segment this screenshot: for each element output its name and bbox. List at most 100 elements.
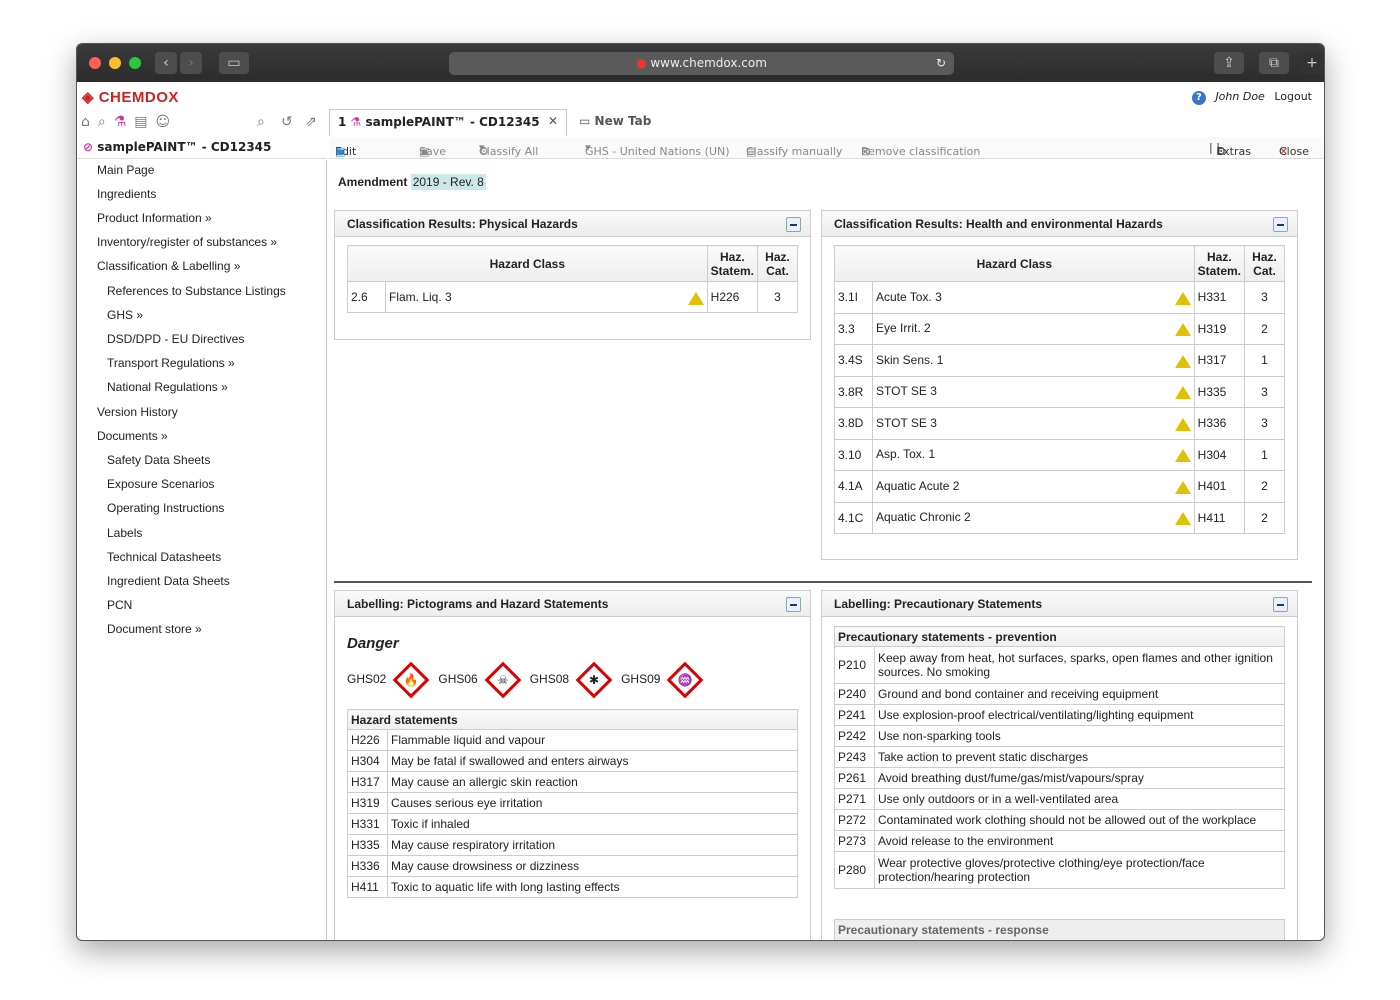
table-row[interactable]: H319 Causes serious eye irritation bbox=[347, 792, 798, 814]
minimize-window-button[interactable] bbox=[109, 57, 121, 69]
sidebar-item[interactable]: Classification & Labelling » bbox=[97, 259, 240, 273]
user-name: John Doe bbox=[1215, 90, 1265, 103]
sidebar-item[interactable]: Safety Data Sheets bbox=[107, 453, 210, 467]
collapse-button[interactable] bbox=[786, 597, 801, 612]
back-icon[interactable]: ‹ bbox=[155, 52, 177, 74]
sidebar-item[interactable]: Inventory/register of substances » bbox=[97, 235, 277, 249]
document-icon[interactable]: ▤ bbox=[134, 114, 155, 130]
home-icon[interactable]: ⌂ bbox=[81, 114, 98, 130]
sidebar-nav: Main Page Ingredients Product Information … bbox=[77, 160, 327, 940]
amendment-label: Amendment bbox=[338, 175, 408, 189]
haz-category: 1 bbox=[1244, 344, 1285, 377]
table-row[interactable]: P243 Take action to prevent static discha… bbox=[834, 746, 1285, 768]
table-row[interactable]: 3.1I Acute Tox. 3 H331 3 bbox=[834, 281, 1285, 314]
close-tab-icon[interactable]: ✕ bbox=[548, 114, 558, 128]
sidebar-item[interactable]: National Regulations » bbox=[107, 380, 228, 394]
table-row[interactable]: H331 Toxic if inhaled bbox=[347, 813, 798, 835]
sidebar-item[interactable]: PCN bbox=[107, 598, 132, 612]
reload-icon[interactable]: ↻ bbox=[936, 52, 946, 75]
sidebar-item[interactable]: Version History bbox=[97, 405, 178, 419]
pin-icon[interactable]: ⇗ bbox=[305, 114, 325, 130]
sidebar-item[interactable]: Labels bbox=[107, 526, 142, 540]
sidebar-item[interactable]: References to Substance Listings bbox=[107, 284, 286, 298]
sidebar-item[interactable]: Transport Regulations » bbox=[107, 356, 235, 370]
table-row[interactable]: H411 Toxic to aquatic life with long last… bbox=[347, 876, 798, 898]
table-row[interactable]: H335 May cause respiratory irritation bbox=[347, 834, 798, 856]
tabs-overview-icon[interactable]: ⧉ bbox=[1259, 52, 1289, 74]
sidebar-item[interactable]: Documents » bbox=[97, 429, 168, 443]
history-icon[interactable]: ↺ bbox=[281, 114, 301, 130]
statement-text: Toxic to aquatic life with long lasting … bbox=[387, 876, 798, 898]
sidebar-item[interactable]: Exposure Scenarios bbox=[107, 477, 214, 491]
table-row[interactable]: 3.8D STOT SE 3 H336 3 bbox=[834, 407, 1285, 440]
collapse-button[interactable] bbox=[1273, 597, 1288, 612]
haz-statement: H336 bbox=[1193, 407, 1246, 440]
hazard-code: 4.1A bbox=[834, 470, 873, 503]
sidebar-item[interactable]: GHS » bbox=[107, 308, 143, 322]
table-row[interactable]: 3.8R STOT SE 3 H335 3 bbox=[834, 375, 1285, 408]
statement-text: May cause drowsiness or dizziness bbox=[387, 855, 798, 877]
table-row[interactable]: P272 Contaminated work clothing should no… bbox=[834, 809, 1285, 831]
table-row[interactable]: H304 May be fatal if swallowed and enters… bbox=[347, 750, 798, 772]
table-row[interactable]: P261 Avoid breathing dust/fume/gas/mist/v… bbox=[834, 767, 1285, 789]
close-window-button[interactable] bbox=[89, 57, 101, 69]
sidebar-item[interactable]: Main Page bbox=[97, 163, 154, 177]
panel-title: Classification Results: Physical Hazards bbox=[335, 211, 810, 237]
arrow-icon[interactable]: ▣ bbox=[335, 145, 345, 158]
sidebar-toggle-icon[interactable]: ▭ bbox=[219, 52, 249, 74]
regime-select[interactable]: GHS - United Nations (UN) ▾ bbox=[585, 141, 730, 158]
statement-text: Avoid release to the environment bbox=[874, 830, 1285, 852]
classify-all-button[interactable]: ⚙ Classify All ▾ bbox=[479, 141, 538, 158]
pictogram-label: GHS08 bbox=[529, 672, 570, 687]
zoom-window-button[interactable] bbox=[129, 57, 141, 69]
statement-text: Use only outdoors or in a well-ventilate… bbox=[874, 788, 1285, 810]
table-row[interactable]: 3.4S Skin Sens. 1 H317 1 bbox=[834, 344, 1285, 377]
sidebar-item[interactable]: Technical Datasheets bbox=[107, 550, 221, 564]
table-row[interactable]: P273 Avoid release to the environment bbox=[834, 830, 1285, 852]
address-bar[interactable]: ● www.chemdox.com ↻ bbox=[449, 52, 954, 75]
users-icon[interactable]: ☺ bbox=[156, 114, 179, 130]
panel-title: Labelling: Precautionary Statements bbox=[822, 591, 1297, 617]
table-row[interactable]: H317 May cause an allergic skin reaction bbox=[347, 771, 798, 793]
table-row[interactable]: P210 Keep away from heat, hot surfaces, s… bbox=[834, 646, 1285, 684]
sidebar-item[interactable]: Ingredient Data Sheets bbox=[107, 574, 230, 588]
table-row[interactable]: 3.3 Eye Irrit. 2 H319 2 bbox=[834, 312, 1285, 345]
sidebar-item[interactable]: DSD/DPD - EU Directives bbox=[107, 332, 244, 346]
table-row[interactable]: H226 Flammable liquid and vapour bbox=[347, 729, 798, 751]
table-row[interactable]: 4.1C Aquatic Chronic 2 H411 2 bbox=[834, 501, 1285, 534]
share-icon[interactable]: ⇪ bbox=[1214, 52, 1244, 74]
sidebar-item[interactable]: Document store » bbox=[107, 622, 202, 636]
tab-new[interactable]: ▭ New Tab bbox=[571, 109, 681, 136]
statement-code: P241 bbox=[834, 704, 875, 726]
table-row[interactable]: P271 Use only outdoors or in a well-venti… bbox=[834, 788, 1285, 810]
logout-link[interactable]: Logout bbox=[1274, 90, 1312, 103]
sidebar-item[interactable]: Product Information » bbox=[97, 211, 212, 225]
tab-product[interactable]: 1 ⚗ samplePAINT™ - CD12345 ✕ bbox=[329, 109, 567, 136]
extras-button[interactable]: | ⚙ Extras | bbox=[1209, 141, 1251, 158]
sidebar-item[interactable]: Operating Instructions bbox=[107, 501, 224, 515]
table-row[interactable]: P242 Use non-sparking tools bbox=[834, 725, 1285, 747]
collapse-button[interactable] bbox=[786, 217, 801, 232]
help-icon[interactable]: ? bbox=[1191, 91, 1206, 105]
table-row[interactable]: H336 May cause drowsiness or dizziness bbox=[347, 855, 798, 877]
new-tab-icon[interactable]: + bbox=[1301, 52, 1323, 74]
forward-icon[interactable]: › bbox=[180, 52, 202, 74]
table-row[interactable]: P241 Use explosion-proof electrical/venti… bbox=[834, 704, 1285, 726]
collapse-button[interactable] bbox=[1273, 217, 1288, 232]
table-row[interactable]: 4.1A Aquatic Acute 2 H401 2 bbox=[834, 470, 1285, 503]
classify-manually-label: Classify manually bbox=[746, 145, 843, 158]
search-icon[interactable]: ⌕ bbox=[98, 114, 114, 130]
statement-code: H304 bbox=[347, 750, 388, 772]
table-row[interactable]: P240 Ground and bond container and receiv… bbox=[834, 683, 1285, 705]
statement-code: H335 bbox=[347, 834, 388, 856]
sidebar-item[interactable]: Ingredients bbox=[97, 187, 156, 201]
table-row[interactable]: 3.10 Asp. Tox. 1 H304 1 bbox=[834, 438, 1285, 471]
amendment-value[interactable]: 2019 - Rev. 8 bbox=[410, 174, 486, 190]
table-row[interactable]: 2.6 Flam. Liq. 3 H226 3 bbox=[347, 281, 798, 313]
find-icon[interactable]: ⌕ bbox=[257, 114, 273, 130]
product-icon[interactable]: ⚗ bbox=[114, 114, 135, 130]
table-row[interactable]: P280 Wear protective gloves/protective cl… bbox=[834, 851, 1285, 889]
haz-category: 3 bbox=[1244, 375, 1285, 408]
response-section-title[interactable]: Precautionary statements - response bbox=[834, 919, 1285, 940]
hazard-code: 3.8R bbox=[834, 375, 873, 408]
